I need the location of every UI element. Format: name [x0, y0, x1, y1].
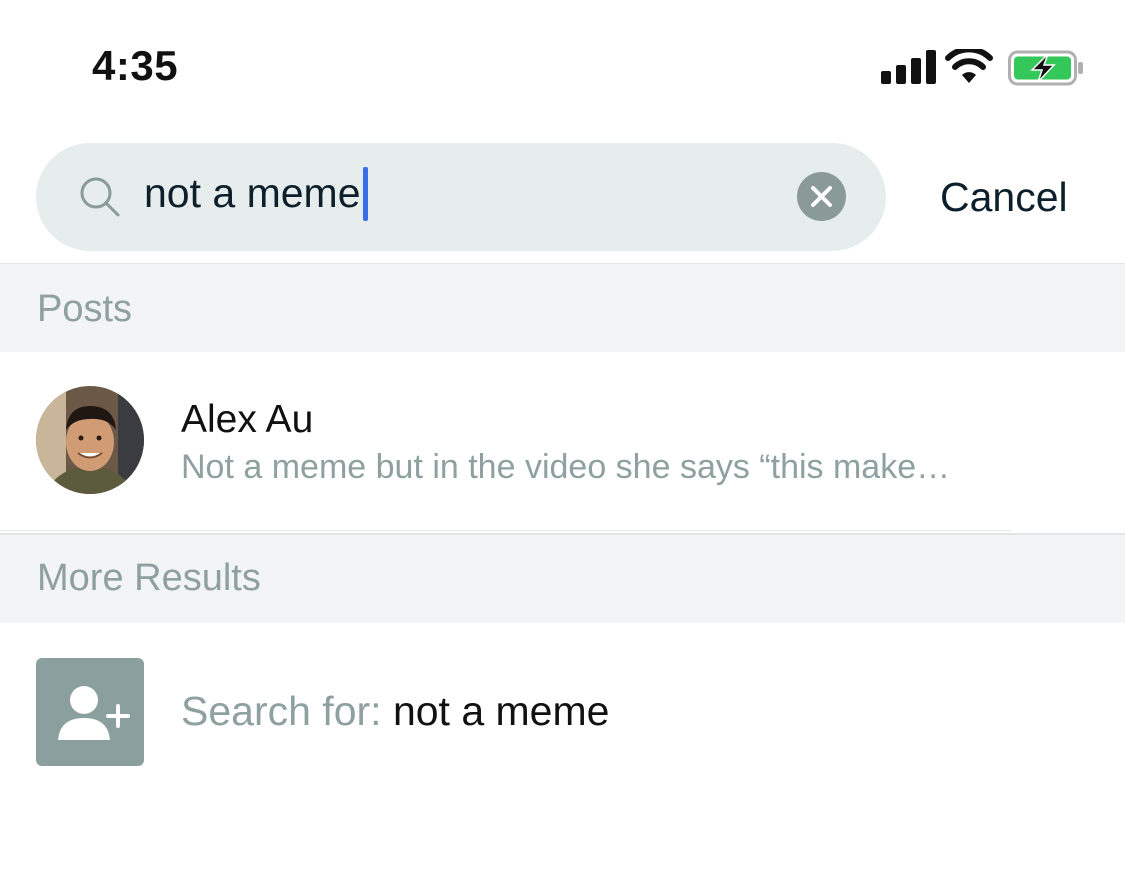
- clear-search-button[interactable]: [797, 172, 846, 221]
- post-snippet: Not a meme but in the video she says “th…: [181, 448, 951, 486]
- text-caret: [363, 167, 368, 221]
- more-results-section-header: More Results: [0, 533, 1125, 623]
- search-for-text: Search for: not a meme: [181, 688, 609, 735]
- add-person-icon: [58, 686, 130, 740]
- cancel-button[interactable]: Cancel: [940, 174, 1068, 221]
- search-for-label: Search for:: [181, 688, 382, 734]
- search-input[interactable]: not a meme: [144, 170, 361, 217]
- avatar: [36, 386, 144, 494]
- search-for-query: not a meme: [392, 688, 610, 734]
- post-result-row[interactable]: [0, 352, 1125, 530]
- magnifier-icon: [80, 177, 120, 217]
- signal-bars-icon: [881, 50, 936, 84]
- add-person-tile: [36, 658, 144, 766]
- posts-section-title: Posts: [37, 288, 133, 330]
- clear-icon: [811, 186, 832, 207]
- posts-section-header: Posts: [0, 263, 1125, 352]
- more-results-section-title: More Results: [37, 557, 261, 599]
- status-time: 4:35: [92, 42, 179, 89]
- row-divider: [0, 530, 1012, 531]
- wifi-icon: [945, 49, 993, 83]
- battery-charging-icon: [1008, 50, 1083, 86]
- post-author: Alex Au: [181, 398, 314, 441]
